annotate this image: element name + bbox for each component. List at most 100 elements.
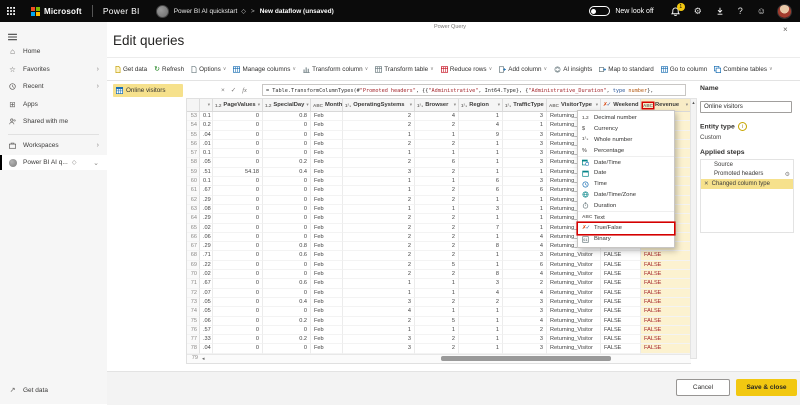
cell-month[interactable]: Feb <box>311 149 343 158</box>
vertical-scrollbar[interactable]: ▲ <box>690 98 697 359</box>
row-number[interactable]: 78 <box>187 344 200 353</box>
cell-month[interactable]: Feb <box>311 140 343 149</box>
cell-traffictype[interactable]: 2 <box>503 326 547 335</box>
row-number[interactable]: 57 <box>187 149 200 158</box>
column-header-clipped[interactable]: ▾ <box>200 99 213 111</box>
cell-clipped[interactable]: .06 <box>200 233 213 242</box>
cell-specialday[interactable]: 0.6 <box>263 279 311 288</box>
row-number[interactable]: 66 <box>187 233 200 242</box>
sidebar-item-home[interactable]: ⌂Home <box>0 44 107 59</box>
cell-specialday[interactable]: 0.8 <box>263 112 311 121</box>
cell-month[interactable]: Feb <box>311 224 343 233</box>
cell-specialday[interactable]: 0 <box>263 307 311 316</box>
delete-step-icon[interactable]: ✕ <box>704 181 709 187</box>
cell-browser[interactable]: 2 <box>415 344 459 353</box>
cell-clipped[interactable]: .05 <box>200 298 213 307</box>
cell-month[interactable]: Feb <box>311 326 343 335</box>
cell-traffictype[interactable]: 3 <box>503 149 547 158</box>
cell-region[interactable]: 1 <box>459 251 503 260</box>
cell-specialday[interactable]: 0.6 <box>263 251 311 260</box>
cell-pagevalues[interactable]: 0 <box>213 344 263 353</box>
cell-weekend[interactable]: FALSE <box>601 298 641 307</box>
filter-dropdown-icon[interactable]: ▾ <box>206 102 210 108</box>
cell-clipped[interactable]: .29 <box>200 196 213 205</box>
cell-region[interactable]: 1 <box>459 326 503 335</box>
filter-dropdown-icon[interactable]: ▾ <box>496 102 500 108</box>
cell-traffictype[interactable]: 3 <box>503 131 547 140</box>
cell-weekend[interactable]: FALSE <box>601 317 641 326</box>
menu-item-text[interactable]: ABCText <box>578 211 674 223</box>
cell-month[interactable]: Feb <box>311 121 343 130</box>
cell-specialday[interactable]: 0 <box>263 233 311 242</box>
cell-traffictype[interactable]: 6 <box>503 186 547 195</box>
cell-pagevalues[interactable]: 0 <box>213 214 263 223</box>
menu-item-date-time[interactable]: Date/Time <box>578 156 674 168</box>
cell-pagevalues[interactable]: 0 <box>213 224 263 233</box>
cell-revenue[interactable]: FALSE <box>641 298 691 307</box>
cell-operatingsystems[interactable]: 2 <box>343 140 415 149</box>
cell-visitortype[interactable]: Returning_Visitor <box>547 289 601 298</box>
cell-clipped[interactable]: .02 <box>200 224 213 233</box>
cell-region[interactable]: 1 <box>459 233 503 242</box>
column-type-icon[interactable]: 1²₃ <box>505 103 511 108</box>
step-gear-icon[interactable]: ⚙ <box>785 171 790 178</box>
cell-region[interactable]: 3 <box>459 205 503 214</box>
menu-item-decimal-number[interactable]: 1.2Decimal number <box>578 113 674 124</box>
workspace-avatar[interactable] <box>156 5 169 18</box>
cell-revenue[interactable]: FALSE <box>641 289 691 298</box>
column-header-region[interactable]: 1²₃Region▾ <box>459 99 503 111</box>
cell-region[interactable]: 3 <box>459 279 503 288</box>
cell-traffictype[interactable]: 3 <box>503 112 547 121</box>
cell-clipped[interactable]: .51 <box>200 168 213 177</box>
cell-operatingsystems[interactable]: 1 <box>343 149 415 158</box>
cell-specialday[interactable]: 0.2 <box>263 158 311 167</box>
cell-clipped[interactable]: .29 <box>200 242 213 251</box>
reduce-rows-button[interactable]: Reduce rows∨ <box>441 66 492 73</box>
cell-clipped[interactable]: .06 <box>200 317 213 326</box>
cell-region[interactable]: 1 <box>459 335 503 344</box>
cell-pagevalues[interactable]: 0 <box>213 112 263 121</box>
cell-pagevalues[interactable]: 0 <box>213 307 263 316</box>
cell-visitortype[interactable]: Returning_Visitor <box>547 261 601 270</box>
cell-month[interactable]: Feb <box>311 233 343 242</box>
cell-traffictype[interactable]: 6 <box>503 261 547 270</box>
cell-month[interactable]: Feb <box>311 270 343 279</box>
cell-pagevalues[interactable]: 0 <box>213 131 263 140</box>
filter-dropdown-icon[interactable]: ▾ <box>304 102 308 108</box>
menu-item-duration[interactable]: Duration <box>578 200 674 211</box>
cell-specialday[interactable]: 0.2 <box>263 335 311 344</box>
cell-specialday[interactable]: 0.8 <box>263 242 311 251</box>
cell-traffictype[interactable]: 4 <box>503 270 547 279</box>
cell-visitortype[interactable]: Returning_Visitor <box>547 326 601 335</box>
transform-table-button[interactable]: Transform table∨ <box>375 66 434 73</box>
cell-month[interactable]: Feb <box>311 307 343 316</box>
cell-region[interactable]: 7 <box>459 224 503 233</box>
cell-month[interactable]: Feb <box>311 344 343 353</box>
cell-pagevalues[interactable]: 0 <box>213 205 263 214</box>
cell-specialday[interactable]: 0 <box>263 149 311 158</box>
cell-traffictype[interactable]: 1 <box>503 224 547 233</box>
cell-specialday[interactable]: 0.2 <box>263 317 311 326</box>
waffle-icon[interactable] <box>7 7 15 15</box>
save-close-button[interactable]: Save & close <box>736 379 797 396</box>
cell-clipped[interactable]: .33 <box>200 335 213 344</box>
cell-operatingsystems[interactable]: 1 <box>343 177 415 186</box>
cell-operatingsystems[interactable]: 2 <box>343 233 415 242</box>
cell-browser[interactable]: 2 <box>415 186 459 195</box>
formula-accept-icon[interactable]: ✓ <box>231 86 236 94</box>
cell-browser[interactable]: 1 <box>415 326 459 335</box>
cell-month[interactable]: Feb <box>311 158 343 167</box>
cell-region[interactable]: 4 <box>459 121 503 130</box>
cell-clipped[interactable]: 0.1 <box>200 177 213 186</box>
query-list-item[interactable]: Online visitors <box>113 84 183 97</box>
cell-pagevalues[interactable]: 0 <box>213 186 263 195</box>
cell-pagevalues[interactable]: 0 <box>213 326 263 335</box>
column-header-operatingsystems[interactable]: 1²₃OperatingSystems▾ <box>343 99 415 111</box>
cell-browser[interactable]: 2 <box>415 270 459 279</box>
cell-specialday[interactable]: 0 <box>263 121 311 130</box>
cancel-button[interactable]: Cancel <box>676 379 730 396</box>
cell-operatingsystems[interactable]: 2 <box>343 261 415 270</box>
cell-specialday[interactable]: 0 <box>263 270 311 279</box>
sidebar-item-shared-with-me[interactable]: Shared with me <box>0 114 107 129</box>
column-type-icon[interactable]: ABC <box>643 103 653 108</box>
